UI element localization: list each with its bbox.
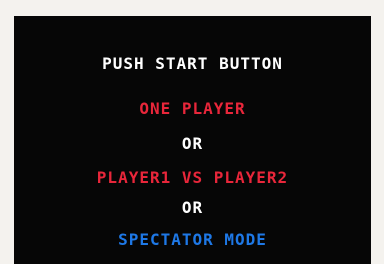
or-separator: OR — [181, 198, 204, 217]
game-screen: PUSH START BUTTON ONE PLAYER OR PLAYER1 … — [14, 16, 371, 264]
screenshot-frame: PUSH START BUTTON ONE PLAYER OR PLAYER1 … — [0, 0, 384, 264]
push-start-prompt: PUSH START BUTTON — [102, 54, 283, 73]
or-separator: OR — [181, 134, 204, 153]
menu-option-spectator-mode[interactable]: SPECTATOR MODE — [14, 230, 371, 249]
menu-option-one-player[interactable]: ONE PLAYER — [14, 99, 371, 118]
menu-option-player1-vs-player2[interactable]: PLAYER1 VS PLAYER2 — [14, 168, 371, 187]
